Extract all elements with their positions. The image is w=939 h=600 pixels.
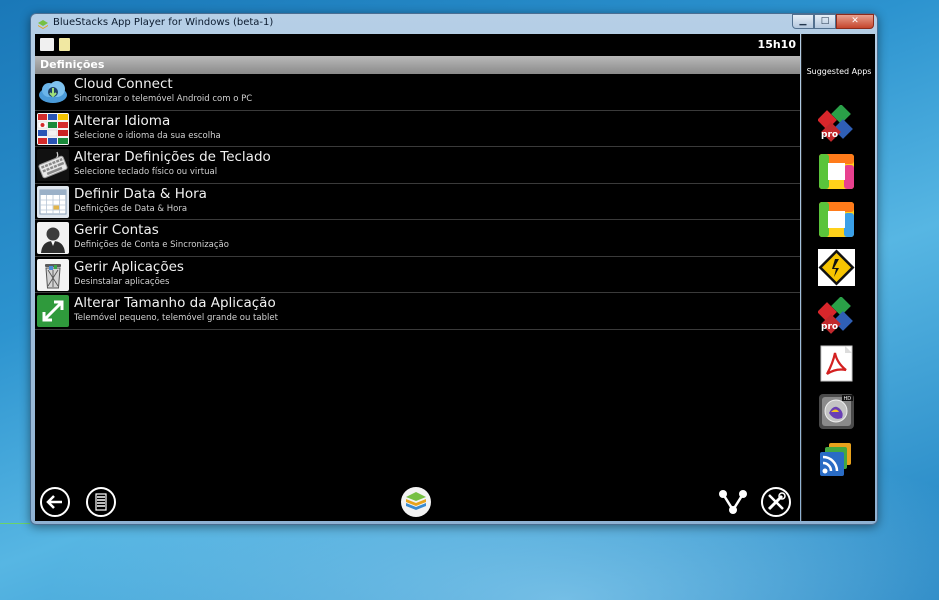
square-app-icon[interactable]	[818, 153, 855, 190]
calendar-icon	[37, 185, 69, 218]
settings-item-subtitle: Selecione teclado físico ou virtual	[74, 167, 218, 177]
settings-item-app-size[interactable]: Alterar Tamanho da Aplicação Telemóvel p…	[35, 293, 800, 330]
tools-icon[interactable]	[760, 486, 792, 518]
suggested-apps-sidebar: Suggested Apps pro pro HD	[801, 34, 875, 521]
bluestacks-home-icon[interactable]	[400, 486, 432, 518]
close-button[interactable]: ✕	[836, 14, 874, 29]
photo-pro-icon[interactable]: HD	[818, 393, 855, 430]
maximize-button[interactable]: □	[814, 14, 836, 29]
flags-icon	[37, 112, 69, 145]
sidebar-title: Suggested Apps	[806, 67, 872, 76]
status-bar: 15h10	[35, 34, 800, 56]
settings-item-language[interactable]: Alterar Idioma Selecione o idioma da sua…	[35, 111, 800, 147]
status-clock: 15h10	[757, 38, 796, 51]
officesuite-pro-icon[interactable]: pro	[818, 105, 855, 142]
settings-item-title: Alterar Definições de Teclado	[74, 149, 271, 165]
settings-item-title: Gerir Aplicações	[74, 258, 184, 275]
share-icon[interactable]	[717, 486, 749, 518]
settings-list: Cloud Connect Sincronizar o telemóvel An…	[35, 74, 800, 330]
settings-item-subtitle: Sincronizar o telemóvel Android com o PC	[74, 94, 253, 104]
back-icon[interactable]	[39, 486, 71, 518]
rss-icon[interactable]	[818, 441, 855, 478]
settings-item-cloud-connect[interactable]: Cloud Connect Sincronizar o telemóvel An…	[35, 74, 800, 111]
title-bar[interactable]: BlueStacks App Player for Windows (beta-…	[31, 14, 877, 34]
officesuite-pro-icon-2[interactable]: pro	[818, 297, 855, 334]
desktop-highlight	[0, 523, 30, 524]
square-app-icon-2[interactable]	[818, 201, 855, 238]
resize-icon	[37, 295, 69, 327]
settings-item-date-time[interactable]: Definir Data & Hora Definições de Data &…	[35, 184, 800, 220]
section-header: Definições	[35, 56, 800, 74]
settings-item-title: Cloud Connect	[74, 76, 173, 92]
settings-item-subtitle: Telemóvel pequeno, telemóvel grande ou t…	[74, 313, 278, 323]
window-title: BlueStacks App Player for Windows (beta-…	[53, 17, 274, 28]
settings-item-keyboard[interactable]: Alterar Definições de Teclado Selecione …	[35, 147, 800, 184]
bluestacks-app-icon	[38, 20, 48, 29]
settings-item-subtitle: Desinstalar aplicações	[74, 276, 170, 287]
settings-item-title: Definir Data & Hora	[74, 185, 207, 202]
menu-icon[interactable]	[85, 486, 117, 518]
svg-text:pro: pro	[821, 130, 838, 140]
bluestacks-window: BlueStacks App Player for Windows (beta-…	[30, 13, 878, 525]
window-controls: ▁ □ ✕	[792, 14, 874, 29]
account-icon	[37, 222, 69, 254]
settings-item-subtitle: Definições de Conta e Sincronização	[74, 240, 229, 250]
settings-item-subtitle: Selecione o idioma da sua escolha	[74, 130, 221, 141]
trash-icon	[37, 258, 69, 291]
settings-item-title: Alterar Tamanho da Aplicação	[74, 295, 276, 311]
keyboard-icon	[37, 149, 69, 181]
android-screen: 15h10 Definições Cloud Connect Sincroniz…	[35, 34, 800, 521]
svg-text:HD: HD	[844, 396, 852, 402]
settings-item-title: Gerir Contas	[74, 222, 159, 238]
cloud-icon	[39, 81, 67, 103]
navigation-bar	[35, 481, 800, 521]
settings-item-accounts[interactable]: Gerir Contas Definições de Conta e Sincr…	[35, 220, 800, 257]
notification-user-icon[interactable]	[40, 38, 54, 51]
settings-item-title: Alterar Idioma	[74, 112, 171, 129]
minimize-button[interactable]: ▁	[792, 14, 814, 29]
road-sign-icon[interactable]	[818, 249, 855, 286]
pdf-icon[interactable]	[818, 345, 855, 382]
notification-alert-icon[interactable]	[59, 38, 70, 51]
settings-item-subtitle: Definições de Data & Hora	[74, 203, 188, 214]
svg-text:pro: pro	[821, 322, 838, 332]
settings-item-applications[interactable]: Gerir Aplicações Desinstalar aplicações	[35, 257, 800, 293]
